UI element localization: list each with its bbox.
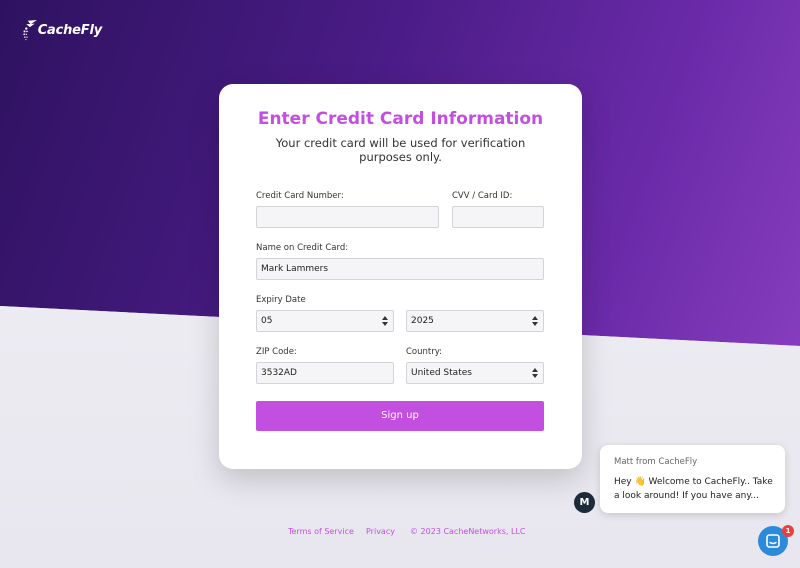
chat-message-bubble[interactable]: Matt from CacheFly Hey 👋 Welcome to Cach… xyxy=(600,445,785,513)
card-number-label: Credit Card Number: xyxy=(256,191,344,201)
expiry-year-value: 2025 xyxy=(411,316,434,326)
terms-link[interactable]: Terms of Service xyxy=(288,527,354,536)
cachefly-logo-icon xyxy=(23,20,37,41)
select-arrows-icon xyxy=(532,316,538,326)
zip-label: ZIP Code: xyxy=(256,347,297,357)
country-label: Country: xyxy=(406,347,443,357)
sign-up-button[interactable]: Sign up xyxy=(256,401,544,431)
cvv-label: CVV / Card ID: xyxy=(452,191,513,201)
card-number-input[interactable] xyxy=(256,206,439,228)
expiry-label: Expiry Date xyxy=(256,295,306,305)
chat-sender: Matt from CacheFly xyxy=(614,457,698,467)
expiry-month-value: 05 xyxy=(261,316,273,326)
credit-card-form: Enter Credit Card Information Your credi… xyxy=(219,84,582,469)
expiry-year-select[interactable]: 2025 xyxy=(406,310,544,332)
cachefly-logo[interactable]: CacheFly xyxy=(22,12,102,48)
privacy-link[interactable]: Privacy xyxy=(366,527,395,536)
name-on-card-label: Name on Credit Card: xyxy=(256,243,349,253)
name-on-card-input[interactable]: Mark Lammers xyxy=(256,258,544,280)
country-select[interactable]: United States xyxy=(406,362,544,384)
chat-avatar: M xyxy=(574,492,595,513)
brand-name: CacheFly xyxy=(37,22,103,38)
country-value: United States xyxy=(411,368,472,378)
copyright-text: © 2023 CacheNetworks, LLC xyxy=(410,527,526,536)
cvv-input[interactable] xyxy=(452,206,544,228)
unread-badge: 1 xyxy=(782,525,794,537)
select-arrows-icon xyxy=(382,316,388,326)
chat-message-text: Hey 👋 Welcome to CacheFly.. Take a look … xyxy=(614,477,773,501)
form-title: Enter Credit Card Information xyxy=(257,109,544,129)
zip-input[interactable]: 3532AD xyxy=(256,362,394,384)
select-arrows-icon xyxy=(532,368,538,378)
form-subtitle: Your credit card will be used for verifi… xyxy=(275,136,526,164)
chat-launcher-icon xyxy=(766,534,780,548)
expiry-month-select[interactable]: 05 xyxy=(256,310,394,332)
